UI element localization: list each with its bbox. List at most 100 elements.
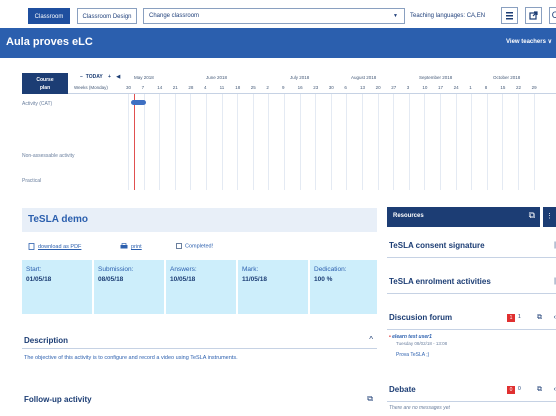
external-link-icon[interactable] xyxy=(525,7,542,24)
course-plan-timeline: Course plan – TODAY + ◀ Weeks (Monday) Ma… xyxy=(0,70,556,190)
grid-line xyxy=(299,94,301,190)
forum-message-date: Tuesday 08/02/18 - 13:08 xyxy=(396,341,448,346)
date-label: Answers: xyxy=(170,266,197,273)
grid-line xyxy=(362,94,363,190)
grid-line xyxy=(377,94,379,190)
grid-line xyxy=(143,94,145,190)
grid-line xyxy=(268,94,270,190)
date-submission: Submission: 08/05/18 xyxy=(94,260,164,314)
description-header[interactable]: Description ^ xyxy=(22,333,377,349)
month-label: August 2018 xyxy=(351,75,377,80)
external-link-icon[interactable]: ⧉ xyxy=(537,386,542,394)
week-day-label: 13 xyxy=(360,85,366,90)
date-start: Start: 01/05/18 xyxy=(22,260,92,314)
debate-unread-badge: 0 xyxy=(507,386,515,394)
week-day-label: 14 xyxy=(157,85,163,90)
debate-panel[interactable]: Debate 0 0 ⧉ ‹ xyxy=(387,380,556,402)
week-day-label: 15 xyxy=(500,85,506,90)
plus-icon[interactable]: + xyxy=(108,74,111,80)
debate-count: 0 xyxy=(518,386,521,392)
grid-line xyxy=(237,94,239,190)
resources-menu-icon[interactable]: ⋮ xyxy=(543,207,556,227)
week-day-label: 9 xyxy=(282,85,285,90)
debate-title: Debate xyxy=(389,385,416,394)
today-marker xyxy=(134,94,135,190)
date-value: 11/05/18 xyxy=(242,276,267,283)
grid-line xyxy=(502,94,504,190)
grid-line xyxy=(330,94,332,190)
grid-line xyxy=(190,94,192,190)
month-label: July 2018 xyxy=(290,75,310,80)
chevron-down-icon: ▼ xyxy=(393,13,398,19)
consent-panel[interactable]: TeSLA consent signature | xyxy=(387,236,556,258)
date-label: Dedication: xyxy=(314,266,347,273)
view-teachers-button[interactable]: View teachers ∨ xyxy=(506,38,552,45)
grid-line xyxy=(471,94,473,190)
grid-line xyxy=(252,94,254,190)
grid-line xyxy=(315,94,317,190)
week-day-label: 7 xyxy=(141,85,145,90)
week-day-label: 16 xyxy=(297,85,303,90)
enrolment-panel[interactable]: TeSLA enrolment activities | xyxy=(387,272,556,294)
week-day-label: 10 xyxy=(422,85,428,90)
chevron-up-icon[interactable]: ^ xyxy=(369,335,373,344)
page-title: Aula proves eLC xyxy=(6,36,93,48)
change-classroom-select[interactable]: Change classroom ▼ xyxy=(143,8,405,24)
completed-label: Completed! xyxy=(185,243,214,250)
resources-header[interactable]: Resources ⧉ xyxy=(387,207,540,227)
teaching-languages: Teaching languages: CA,EN xyxy=(410,13,486,19)
activity-title-bar: TeSLA demo xyxy=(22,208,377,232)
menu-icon[interactable] xyxy=(501,7,518,24)
today-nav[interactable]: – TODAY + ◀ xyxy=(80,74,120,80)
course-plan-button[interactable]: Course plan xyxy=(22,73,68,94)
date-mark: Mark: 11/05/18 xyxy=(238,260,308,314)
grid-line xyxy=(533,94,535,190)
month-label: May 2018 xyxy=(134,75,154,80)
debate-empty-text: There are no messages yet xyxy=(389,405,450,411)
tab-classroom[interactable]: Classroom xyxy=(28,8,70,24)
activity-bar[interactable] xyxy=(131,100,146,105)
arrow-left-icon[interactable]: ◀ xyxy=(116,74,120,80)
grid-line xyxy=(408,94,410,190)
forum-panel[interactable]: Discusion forum 1 1 ⧉ ‹ xyxy=(387,308,556,330)
month-label: June 2018 xyxy=(206,75,228,80)
grid-line xyxy=(284,94,285,190)
document-icon xyxy=(28,243,35,250)
week-day-label: 4 xyxy=(204,85,207,90)
change-classroom-value: Change classroom xyxy=(149,13,200,19)
grid-line xyxy=(206,94,207,190)
grid-line xyxy=(486,94,488,190)
consent-title: TeSLA consent signature xyxy=(389,241,485,250)
followup-title: Follow-up activity xyxy=(24,395,92,404)
week-day-label: 21 xyxy=(172,85,178,90)
month-label: October 2018 xyxy=(493,75,521,80)
tab-classroom-design[interactable]: Classroom Design xyxy=(77,8,137,24)
week-day-label: 11 xyxy=(219,85,225,90)
forum-count: 1 xyxy=(518,314,521,320)
week-day-label: 22 xyxy=(516,85,522,90)
week-day-label: 30 xyxy=(126,85,132,90)
followup-header[interactable]: Follow-up activity ⧉ xyxy=(22,392,377,408)
row-label-non-assessable: Non-assessable activity xyxy=(22,153,75,159)
description-title: Description xyxy=(24,336,69,345)
completed-checkbox[interactable]: Completed! xyxy=(176,243,213,249)
forum-message-text[interactable]: Prova TeSLA ;) xyxy=(396,352,429,358)
external-link-icon[interactable]: ⧉ xyxy=(529,210,535,221)
print-link[interactable]: print xyxy=(120,243,142,250)
external-link-icon[interactable]: ⧉ xyxy=(367,394,373,404)
popout-icon xyxy=(529,11,538,20)
week-day-label: 17 xyxy=(438,85,444,90)
week-day-label: 3 xyxy=(406,85,410,90)
date-value: 08/05/18 xyxy=(98,276,124,283)
week-day-label: 20 xyxy=(375,85,381,90)
download-pdf-link[interactable]: download as PDF xyxy=(28,243,81,250)
settings-icon[interactable]: C xyxy=(549,7,556,24)
resources-title: Resources xyxy=(393,213,424,219)
forum-message-user[interactable]: • elearn test user1 xyxy=(389,334,432,340)
external-link-icon[interactable]: ⧉ xyxy=(537,314,542,322)
row-label-activity: Activity (CAT) xyxy=(22,101,53,107)
week-day-label: 27 xyxy=(391,85,397,90)
checkbox-box[interactable] xyxy=(176,243,182,249)
week-day-label: 28 xyxy=(188,85,194,90)
activity-title: TeSLA demo xyxy=(28,214,89,225)
